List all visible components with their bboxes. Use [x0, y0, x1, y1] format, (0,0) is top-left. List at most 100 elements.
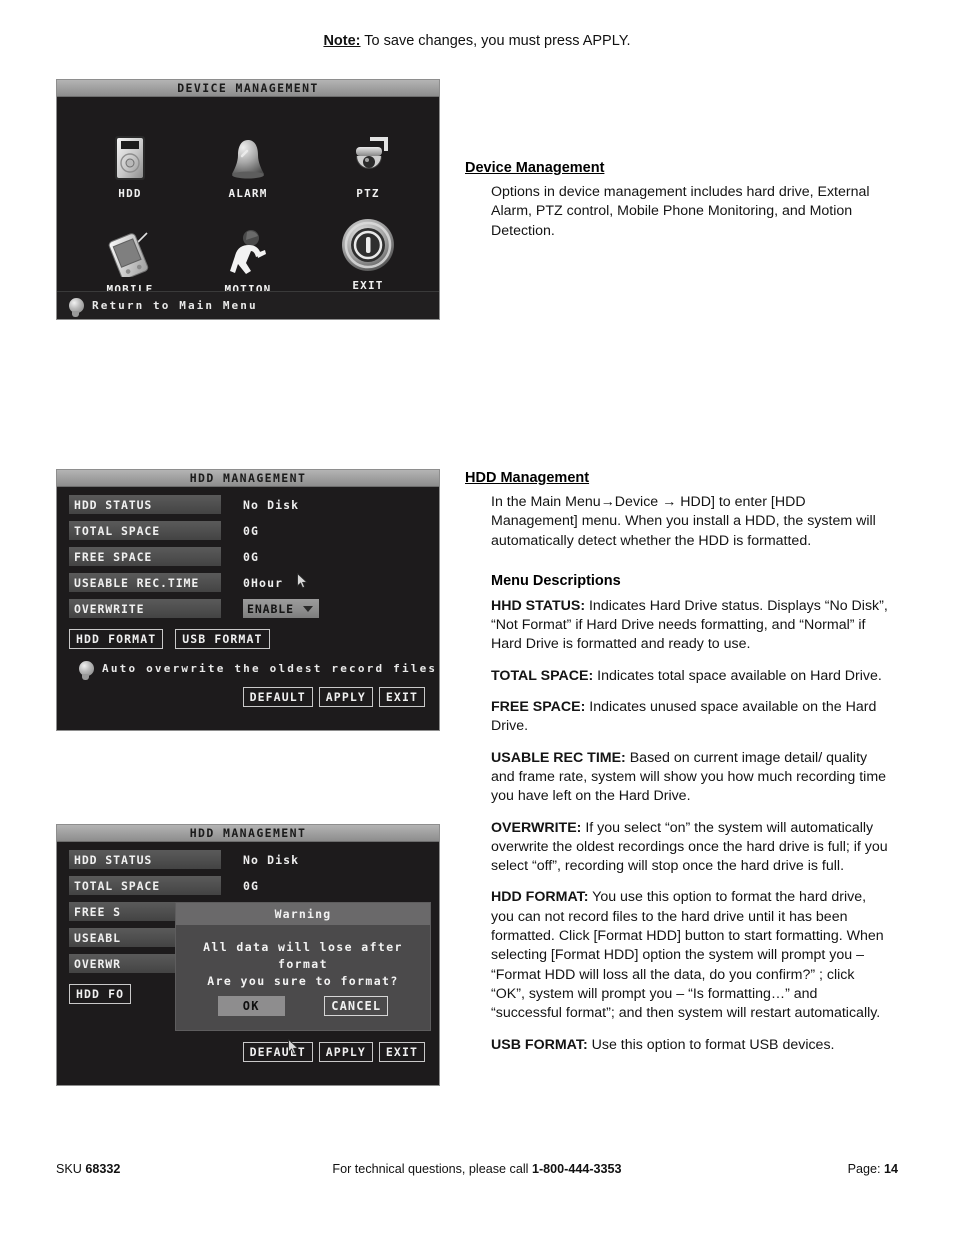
hdd-row-total-space-key: TOTAL SPACE — [69, 876, 221, 895]
device-management-heading: Device Management — [465, 160, 605, 176]
hdd-format-button[interactable]: HDD FO — [69, 984, 132, 1004]
ptz-camera-icon — [309, 119, 427, 181]
description-free-space-term: FREE SPACE: — [491, 699, 586, 716]
description-hdd-format: HDD FORMAT: You use this option to forma… — [491, 888, 891, 1023]
hdd-row-status-key: HDD STATUS — [69, 495, 221, 514]
description-total-space: TOTAL SPACE: Indicates total space avail… — [491, 667, 891, 686]
warning-ok-button[interactable]: OK — [217, 996, 285, 1016]
note-label: Note: — [323, 33, 361, 49]
hdd-row-status: HDD STATUS No Disk — [69, 495, 299, 514]
motion-person-icon — [189, 215, 307, 277]
format-button-group: HDD FO — [69, 984, 132, 1004]
exit-button[interactable]: EXIT — [378, 1042, 425, 1062]
footer-phone-number: 1-800-444-3353 — [531, 1162, 622, 1176]
apply-button[interactable]: APPLY — [318, 687, 373, 707]
description-usable-rec-time-term: USABLE REC TIME: — [491, 749, 626, 766]
hdd-row-total-space-value: 0G — [243, 878, 260, 893]
footer-support-text: For technical questions, please call — [332, 1162, 532, 1176]
hdd-row-free-space-key: FREE SPACE — [69, 547, 221, 566]
exit-button[interactable]: EXIT — [378, 687, 425, 707]
device-management-article: Device Management Options in device mana… — [465, 160, 891, 253]
description-usb-format-term: USB FORMAT: — [491, 1036, 588, 1053]
info-bulb-icon — [69, 298, 84, 317]
description-hhd-status-term: HHD STATUS: — [491, 597, 586, 614]
description-hhd-status: HHD STATUS: Indicates Hard Drive status.… — [491, 597, 891, 655]
warning-dialog-message: All data will lose after format Are you … — [176, 939, 430, 990]
hard-drive-icon — [71, 119, 189, 181]
description-usb-format-text: Use this option to format USB devices. — [587, 1036, 835, 1053]
description-free-space: FREE SPACE: Indicates unused space avail… — [491, 698, 891, 737]
description-hdd-format-term: HDD FORMAT: — [491, 889, 589, 906]
hdd-management-article: HDD Management In the Main Menu→Device →… — [465, 470, 891, 1067]
mouse-cursor — [288, 1039, 299, 1055]
warning-cancel-button[interactable]: CANCEL — [324, 996, 389, 1016]
hdd-management-screenshot: HDD MANAGEMENT HDD STATUS No Disk TOTAL … — [56, 469, 440, 731]
mouse-cursor — [297, 573, 308, 589]
hdd-row-total-space: TOTAL SPACE 0G — [69, 876, 259, 895]
note-line: Note: To save changes, you must press AP… — [0, 33, 954, 49]
hdd-row-total-space-value: 0G — [243, 523, 260, 538]
device-item-hdd[interactable]: HDD — [71, 119, 189, 200]
hdd-row-total-space-key: TOTAL SPACE — [69, 521, 221, 540]
description-hdd-format-text: You use this option to format the hard d… — [491, 889, 884, 1022]
description-overwrite-term: OVERWRITE: — [491, 819, 582, 836]
description-usable-rec-time: USABLE REC TIME: Based on current image … — [491, 749, 891, 807]
hdd-row-useable-rec-time-key: USEABLE REC.TIME — [69, 573, 221, 592]
description-usb-format: USB FORMAT: Use this option to format US… — [491, 1036, 891, 1055]
info-bulb-icon — [79, 661, 94, 680]
warning-dialog-message-line1: All data will lose after format — [203, 940, 403, 971]
usb-format-button[interactable]: USB FORMAT — [175, 629, 270, 649]
mobile-phone-icon — [71, 215, 189, 277]
hdd-row-status-value: No Disk — [243, 852, 300, 867]
device-item-alarm-label: ALARM — [228, 187, 268, 200]
device-icon-grid: HDD ALARM PTZ MOBILE MOTION EXIT — [57, 97, 439, 296]
return-to-main-menu-bar[interactable]: Return to Main Menu — [57, 291, 439, 319]
format-warning-dialog: Warning All data will lose after format … — [175, 902, 431, 1031]
hdd-row-status-value: No Disk — [243, 497, 300, 512]
hdd-row-overwrite-key: OVERWRITE — [69, 599, 221, 618]
device-item-exit[interactable]: EXIT — [309, 211, 427, 292]
hdd-footer-button-group: DEFAULT APPLY EXIT — [242, 687, 425, 707]
footer-page-value: 14 — [883, 1162, 898, 1176]
device-management-paragraph: Options in device management includes ha… — [491, 184, 870, 239]
menu-descriptions-heading: Menu Descriptions — [491, 572, 621, 589]
hdd-format-button[interactable]: HDD FORMAT — [69, 629, 164, 649]
description-total-space-text: Indicates total space available on Hard … — [593, 667, 882, 684]
power-exit-icon — [309, 211, 427, 273]
device-management-title: DEVICE MANAGEMENT — [57, 80, 439, 97]
hdd-row-status: HDD STATUS No Disk — [69, 850, 299, 869]
hdd-row-free-space: FREE SPACE 0G — [69, 547, 259, 566]
footer-page: Page: 14 — [848, 1162, 898, 1176]
hdd-management-body: HDD STATUS No Disk TOTAL SPACE 0G FREE S… — [57, 487, 439, 730]
device-item-mobile[interactable]: MOBILE — [71, 215, 189, 296]
default-button[interactable]: DEFAULT — [242, 687, 313, 707]
hdd-footer-button-group: DEFAULT APPLY EXIT — [242, 1042, 425, 1062]
format-button-group: HDD FORMAT USB FORMAT — [69, 629, 270, 649]
device-item-alarm[interactable]: ALARM — [189, 119, 307, 200]
device-item-ptz[interactable]: PTZ — [309, 119, 427, 200]
hdd-row-useable-rec-time: USEABLE REC.TIME 0Hour — [69, 573, 283, 592]
overwrite-select[interactable]: ENABLE — [243, 599, 319, 618]
auto-overwrite-hint-label: Auto overwrite the oldest record files — [102, 662, 438, 675]
hdd-management-heading: HDD Management — [465, 470, 590, 486]
description-overwrite: OVERWRITE: If you select “on” the system… — [491, 819, 891, 877]
apply-button[interactable]: APPLY — [318, 1042, 373, 1062]
hdd-management-title: HDD MANAGEMENT — [57, 470, 439, 487]
footer-page-label: Page: — [847, 1162, 884, 1176]
hdd-management-paragraph: In the Main Menu→Device → HDD] to enter … — [491, 494, 876, 549]
hdd-management-warning-body: HDD STATUS No Disk TOTAL SPACE 0G FREE S… — [57, 842, 439, 1085]
hdd-management-warning-title: HDD MANAGEMENT — [57, 825, 439, 842]
hdd-row-total-space: TOTAL SPACE 0G — [69, 521, 259, 540]
note-text: To save changes, you must press APPLY. — [360, 33, 631, 49]
hdd-row-status-key: HDD STATUS — [69, 850, 221, 869]
hdd-row-free-space-value: 0G — [243, 549, 260, 564]
hdd-management-warning-screenshot: HDD MANAGEMENT HDD STATUS No Disk TOTAL … — [56, 824, 440, 1086]
warning-dialog-buttons: OK CANCEL — [176, 996, 430, 1016]
device-item-ptz-label: PTZ — [356, 187, 380, 200]
default-button[interactable]: DEFAULT — [242, 1042, 313, 1062]
overwrite-select-value: ENABLE — [247, 601, 294, 616]
warning-dialog-message-line2: Are you sure to format? — [207, 974, 399, 988]
device-item-motion[interactable]: MOTION — [189, 215, 307, 296]
auto-overwrite-hint: Auto overwrite the oldest record files — [79, 661, 438, 680]
device-item-hdd-label: HDD — [118, 187, 142, 200]
